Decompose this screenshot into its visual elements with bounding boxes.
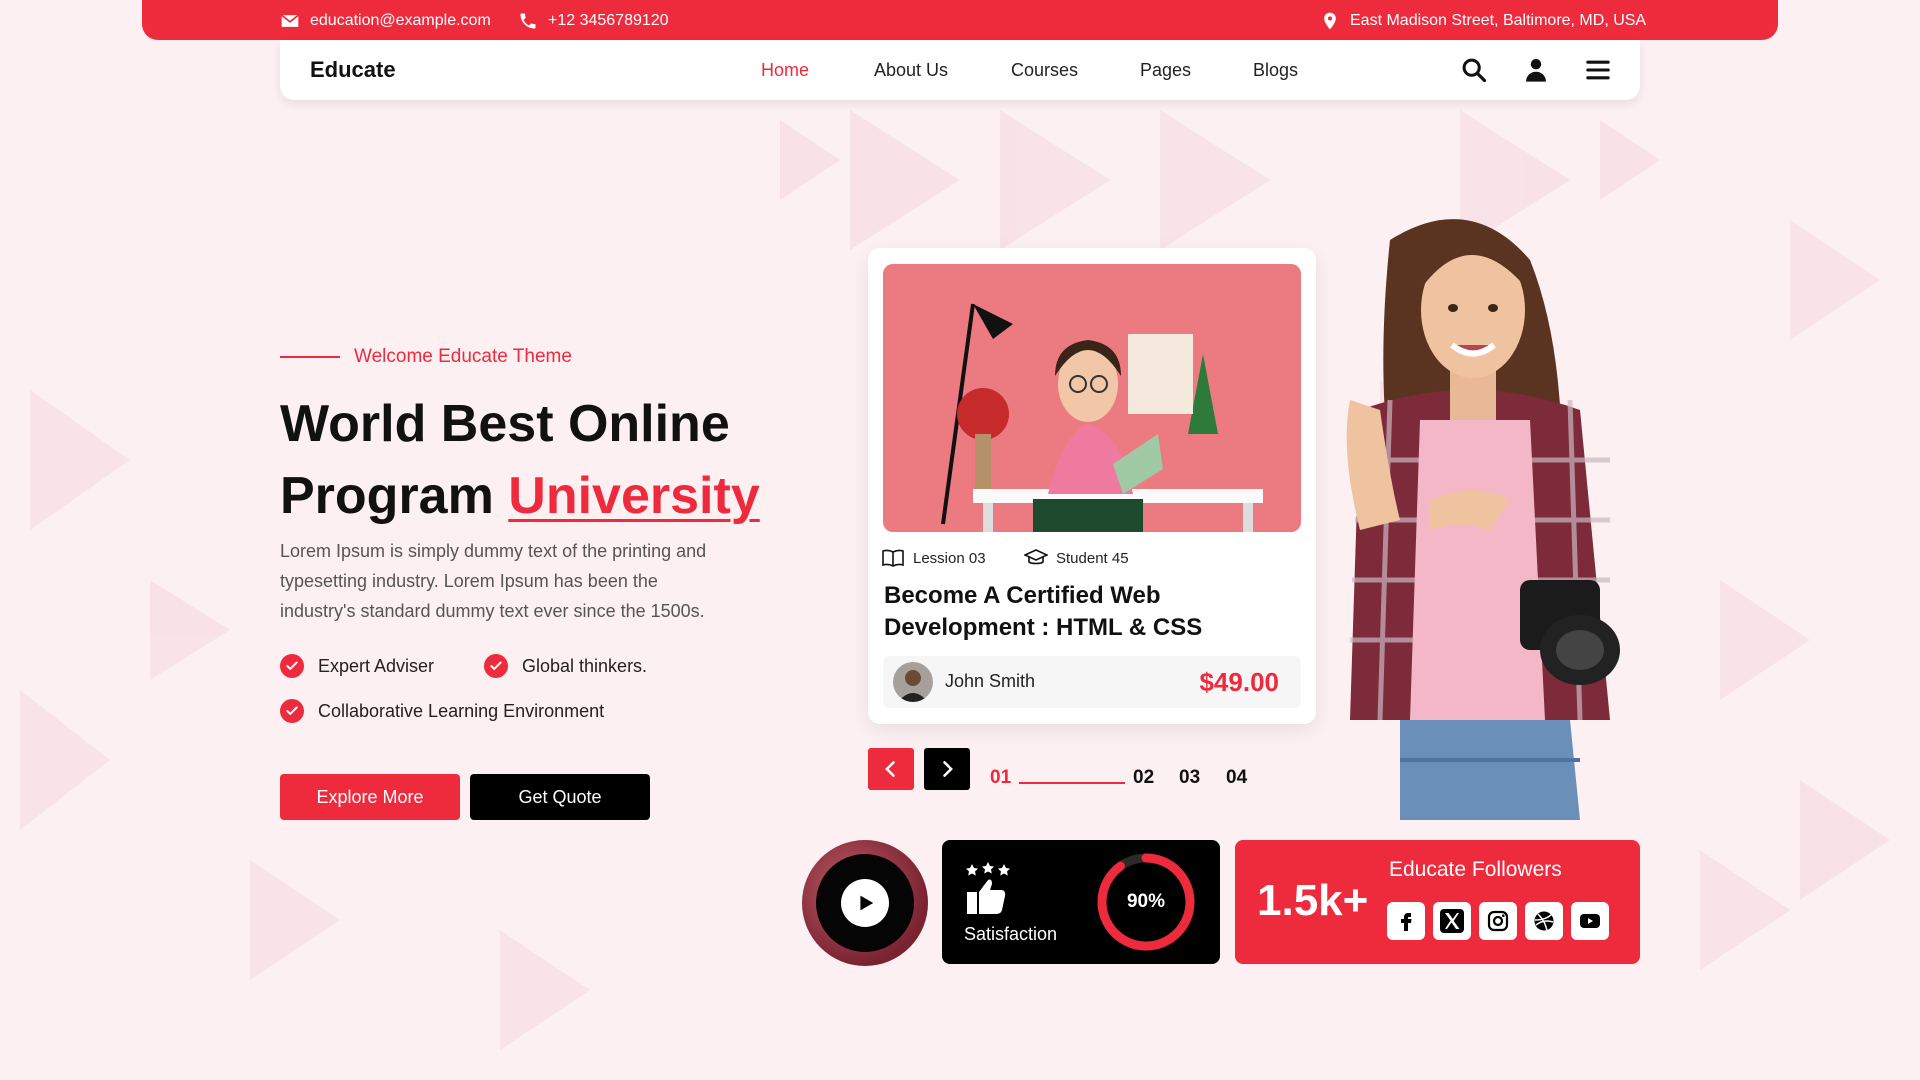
check-circle-icon [484, 654, 508, 678]
student-photo [1346, 219, 1620, 820]
students-text: Student 45 [1056, 549, 1129, 567]
location-pin-icon [1324, 12, 1336, 30]
feature-item: Collaborative Learning Environment [280, 699, 604, 723]
play-icon [841, 879, 889, 927]
satisfaction-label: Satisfaction [964, 924, 1058, 944]
facebook-icon[interactable] [1387, 902, 1425, 940]
slide-page-2[interactable]: 02 [1133, 767, 1154, 789]
hero-tagline: Welcome Educate Theme [280, 346, 572, 368]
satisfaction-card: Satisfaction 90% [942, 840, 1220, 964]
nav-home[interactable]: Home [761, 60, 809, 81]
feature-label: Collaborative Learning Environment [318, 700, 605, 721]
video-thumbnail [802, 840, 928, 966]
address-contact: East Madison Street, Baltimore, MD, USA [1320, 11, 1646, 31]
hero-title: World Best Online Program University [280, 388, 840, 532]
feature-label: Global thinkers. [522, 655, 648, 676]
thumbs-up-stars-icon [966, 862, 1010, 914]
avatar [893, 662, 933, 702]
email-contact[interactable]: education@example.com [280, 11, 491, 31]
followers-count: 1.5k+ [1257, 876, 1369, 925]
course-card-footer: John Smith $49.00 [883, 656, 1301, 708]
tagline-divider [280, 356, 340, 358]
search-icon[interactable] [1460, 56, 1488, 84]
followers-card: 1.5k+ Educate Followers [1235, 840, 1640, 964]
address-text: East Madison Street, Baltimore, MD, USA [1350, 12, 1647, 29]
x-icon[interactable] [1433, 902, 1471, 940]
feature-item: Expert Adviser [280, 654, 434, 678]
phone-contact[interactable]: +12 3456789120 [518, 11, 669, 31]
course-price: $49.00 [1199, 667, 1279, 697]
hero-title-accent: University [508, 467, 760, 525]
slide-progress-line [1019, 782, 1125, 784]
lessons-meta: Lession 03 [881, 546, 986, 570]
course-image [883, 264, 1301, 532]
menu-icon[interactable] [1584, 56, 1612, 84]
hero-title-plain: Program [280, 467, 494, 525]
check-circle-icon [280, 699, 304, 723]
author-name: John Smith [945, 671, 1036, 691]
instagram-icon[interactable] [1479, 902, 1517, 940]
nav-courses[interactable]: Courses [1011, 60, 1078, 81]
slide-page-1[interactable]: 01 [990, 767, 1011, 789]
chevron-right-icon [943, 761, 953, 777]
prev-slide-button[interactable] [868, 748, 914, 790]
chevron-left-icon [885, 761, 895, 777]
next-slide-button[interactable] [924, 748, 970, 790]
course-title[interactable]: Become A Certified Web Development : HTM… [884, 580, 1304, 644]
top-contact-bar: education@example.com +12 3456789120 Eas… [142, 0, 1778, 40]
hero-title-line2: Program University [280, 460, 840, 532]
mail-icon [281, 14, 299, 27]
email-text: education@example.com [310, 12, 491, 29]
check-circle-icon [280, 654, 304, 678]
followers-label: Educate Followers [1389, 858, 1562, 881]
tagline-text: Welcome Educate Theme [354, 346, 572, 367]
students-meta: Student 45 [1024, 546, 1129, 570]
user-icon[interactable] [1522, 56, 1550, 84]
feature-label: Expert Adviser [318, 655, 435, 676]
satisfaction-value: 90% [1126, 891, 1166, 912]
nav-pages[interactable]: Pages [1140, 60, 1191, 81]
nav-blogs[interactable]: Blogs [1253, 60, 1298, 81]
phone-icon [520, 13, 536, 29]
youtube-icon[interactable] [1571, 902, 1609, 940]
play-button[interactable] [816, 854, 914, 952]
get-quote-button[interactable]: Get Quote [470, 774, 650, 820]
feature-item: Global thinkers. [484, 654, 647, 678]
slide-page-4[interactable]: 04 [1226, 767, 1247, 789]
hero-title-line1: World Best Online [280, 395, 730, 453]
slide-page-3[interactable]: 03 [1179, 767, 1200, 789]
graduation-cap-icon [1024, 549, 1048, 565]
dribbble-icon[interactable] [1525, 902, 1563, 940]
site-logo[interactable]: Educate [310, 57, 396, 83]
phone-text: +12 3456789120 [548, 12, 669, 29]
hero-description: Lorem Ipsum is simply dummy text of the … [280, 541, 707, 621]
explore-more-button[interactable]: Explore More [280, 774, 460, 820]
course-card[interactable]: Lession 03 Student 45 Become A Certified… [868, 248, 1316, 724]
main-navbar: Educate Home About Us Courses Pages Blog… [280, 40, 1640, 100]
nav-about-us[interactable]: About Us [874, 60, 948, 81]
book-open-icon [882, 549, 904, 567]
lessons-text: Lession 03 [913, 549, 986, 567]
